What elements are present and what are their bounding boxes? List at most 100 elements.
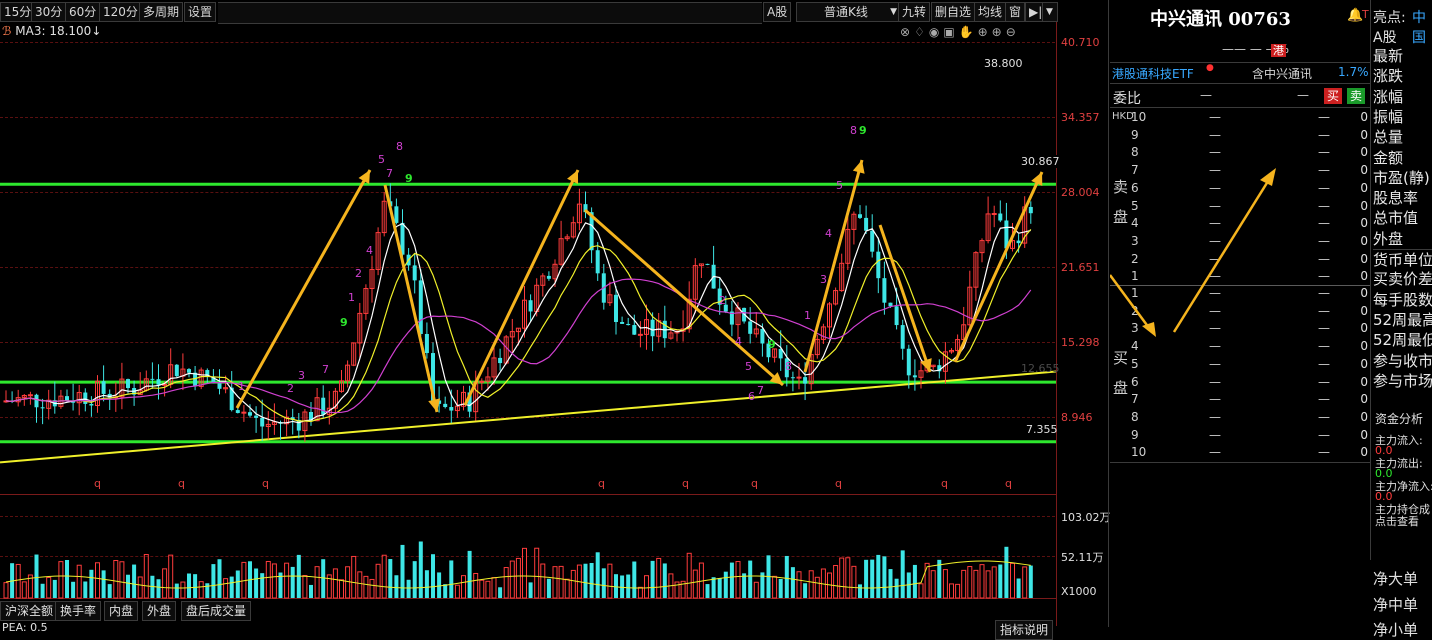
candle-body: [150, 378, 155, 380]
volume-bar: [595, 552, 600, 598]
volume-bar: [89, 569, 94, 598]
level-number: 10: [1131, 445, 1147, 460]
etf-row[interactable]: 港股通科技ETF ● 含中兴通讯 1.7%: [1110, 62, 1370, 84]
volume-bar: [784, 555, 789, 598]
volume-bar: [509, 560, 515, 599]
ma-button[interactable]: 均线: [974, 2, 1007, 22]
q-marker: q: [941, 477, 948, 490]
volume-bar: [235, 570, 240, 598]
volume-bar: [309, 584, 313, 598]
sell-button[interactable]: 卖: [1347, 88, 1365, 104]
volume-bar: [772, 575, 778, 599]
volume-bar: [418, 541, 423, 598]
sell-level-row[interactable]: 10 — — 0: [1113, 108, 1370, 126]
q-marker: q: [178, 477, 185, 490]
level-volume: —: [1318, 321, 1330, 336]
window-button[interactable]: 窗: [1005, 2, 1026, 22]
level-volume: —: [1318, 409, 1330, 424]
level-price: —: [1209, 145, 1221, 160]
bell-icon[interactable]: 🔔: [1347, 8, 1363, 23]
period-30m[interactable]: 30分: [31, 2, 67, 22]
trend-arrow: [953, 171, 1044, 363]
volume-bar: [753, 581, 759, 599]
volume-bar: [205, 583, 210, 598]
level-number: 9: [1131, 127, 1139, 142]
volume-bar: [132, 564, 137, 598]
chevron-down-icon[interactable]: ▼: [1042, 2, 1058, 22]
volume-bar: [729, 562, 734, 598]
field-label: 最新: [1373, 47, 1404, 65]
volume-axis-unit: X1000: [1061, 585, 1097, 598]
level-count: 0: [1360, 198, 1368, 213]
ratio-value-2: —: [1297, 88, 1309, 102]
buy-level-row[interactable]: 9 — — 0: [1113, 426, 1370, 444]
candle-body: [83, 392, 88, 404]
volume-bar: [137, 576, 143, 599]
tab-inner[interactable]: 内盘: [104, 601, 139, 621]
volume-bar: [412, 561, 417, 598]
tab-outer[interactable]: 外盘: [142, 601, 177, 621]
td-count: 1: [804, 309, 811, 322]
period-60m[interactable]: 60分: [65, 2, 101, 22]
kline-chart[interactable]: q q q q q q q q q1 23 79214578942579613458 98: [0, 22, 1056, 626]
buy-button[interactable]: 买: [1324, 88, 1342, 104]
volume-bar: [388, 559, 393, 598]
q-marker: q: [94, 477, 101, 490]
td-count: 5: [745, 360, 752, 373]
volume-bar: [894, 578, 899, 598]
volume-bar: [119, 561, 125, 599]
td-count: 9: [340, 316, 348, 329]
buy-level-row[interactable]: 10 — — 0: [1113, 443, 1370, 461]
volume-bar: [717, 578, 722, 598]
td-count: 4: [366, 244, 373, 257]
volume-bar: [375, 563, 381, 599]
q-marker: q: [1005, 477, 1012, 490]
volume-bar: [620, 575, 625, 598]
etf-name[interactable]: 港股通科技ETF: [1112, 65, 1194, 82]
view-link[interactable]: 点击查看: [1375, 513, 1419, 529]
td-count: 8: [785, 360, 792, 373]
candle-body: [187, 369, 191, 373]
sell-level-row[interactable]: 8 — — 0: [1113, 143, 1370, 161]
buy-level-row[interactable]: 6 — — 0: [1113, 373, 1370, 391]
nine-turn-button[interactable]: 九转: [898, 2, 931, 22]
settings-button[interactable]: 设置: [184, 2, 217, 22]
td-count: 6: [748, 390, 755, 403]
buy-level-row[interactable]: 8 — — 0: [1113, 408, 1370, 426]
candle-body: [870, 230, 875, 252]
candle-body: [620, 321, 625, 324]
volume-bar: [662, 563, 667, 598]
tab-turnover-rate[interactable]: 换手率: [55, 601, 102, 621]
td-count: 7: [386, 167, 393, 180]
period-120m[interactable]: 120分: [99, 2, 142, 22]
candle-body: [796, 376, 802, 379]
highlight-label: 亮点:: [1373, 10, 1406, 26]
highlight-value[interactable]: 中国: [1412, 7, 1432, 47]
level-price: —: [1209, 374, 1221, 389]
volume-bar: [607, 563, 613, 599]
period-15m[interactable]: 15分: [0, 2, 36, 22]
indicator-help-button[interactable]: 指标说明: [995, 620, 1054, 640]
remove-watchlist-button[interactable]: 删自选: [931, 2, 976, 22]
candle-body: [424, 333, 429, 354]
volume-bar: [345, 566, 351, 599]
candle-body: [174, 364, 179, 377]
level-volume: —: [1318, 269, 1330, 284]
buy-level-row[interactable]: 7 — — 0: [1113, 390, 1370, 408]
candle-body: [498, 357, 503, 364]
candle-body: [34, 394, 39, 408]
level-count: 0: [1360, 233, 1368, 248]
td-count: 1: [348, 291, 355, 304]
kline-type-select[interactable]: 普通K线 ▼: [796, 2, 902, 22]
multi-period-button[interactable]: 多周期: [139, 2, 184, 22]
trend-arrow: [383, 184, 439, 413]
level-count: 0: [1360, 286, 1368, 300]
field-label: 总市值: [1373, 209, 1419, 228]
tab-turnover-amount[interactable]: 沪深全额: [0, 601, 59, 621]
candle-body: [912, 375, 917, 378]
tab-after-hours-volume[interactable]: 盘后成交量: [181, 601, 252, 621]
q-marker: q: [751, 477, 758, 490]
trend-arrow: [878, 224, 932, 373]
market-select[interactable]: A股: [763, 2, 792, 22]
sell-level-row[interactable]: 9 — — 0: [1113, 126, 1370, 144]
